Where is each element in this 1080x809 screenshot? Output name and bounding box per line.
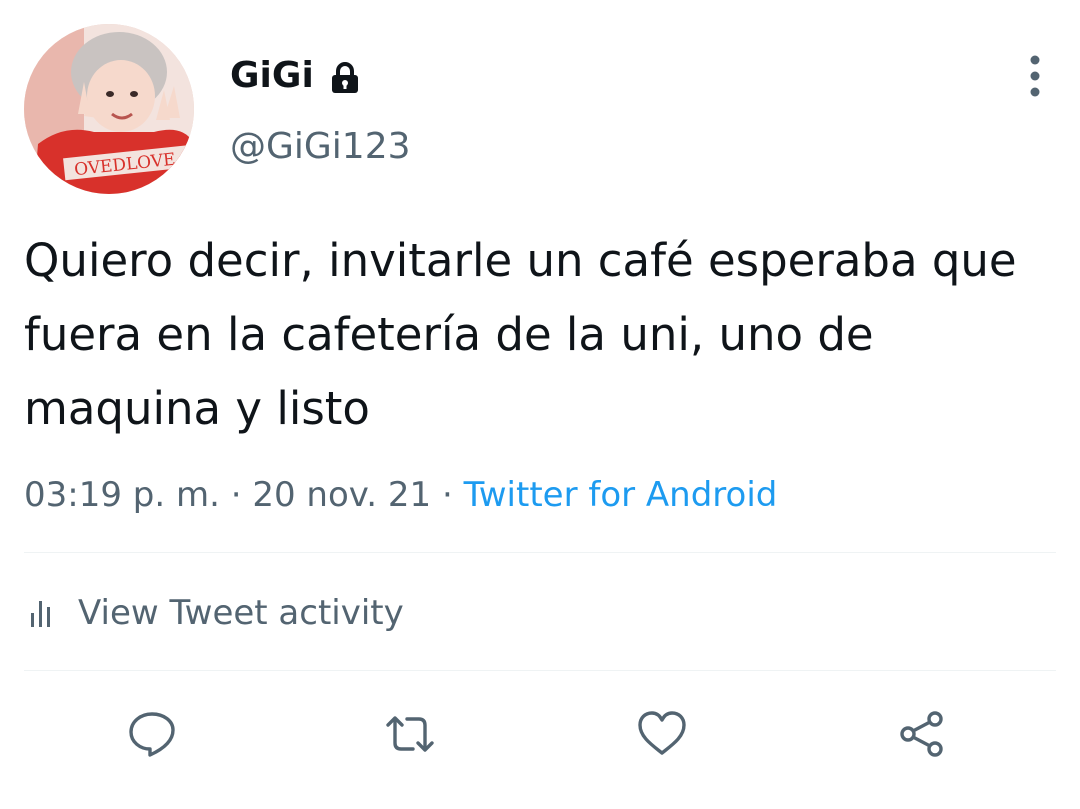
share-icon	[900, 711, 943, 757]
retweet-icon	[386, 716, 434, 752]
user-name-row: GiGi	[230, 52, 362, 100]
tweet-time[interactable]: 03:19 p. m.	[24, 475, 220, 515]
like-icon	[638, 711, 686, 755]
view-tweet-activity-label: View Tweet activity	[78, 593, 404, 633]
tweet-source-link[interactable]: Twitter for Android	[464, 475, 778, 515]
user-handle[interactable]: @GiGi123	[230, 124, 411, 170]
display-name[interactable]: GiGi	[230, 52, 314, 100]
tweet-meta: 03:19 p. m. · 20 nov. 21 · Twitter for A…	[24, 473, 777, 517]
divider	[24, 670, 1056, 671]
divider	[24, 552, 1056, 553]
meta-separator: ·	[219, 475, 253, 515]
tweet-text: Quiero decir, invitarle un café esperaba…	[24, 234, 1017, 435]
bar-chart-icon	[31, 601, 50, 627]
tweet-date[interactable]: 20 nov. 21	[252, 475, 431, 515]
like-button[interactable]	[634, 706, 690, 762]
tweet-actions-bar	[0, 706, 1080, 762]
more-vertical-icon	[1030, 55, 1040, 97]
view-tweet-activity-button[interactable]: View Tweet activity	[24, 588, 404, 638]
reply-icon	[129, 712, 175, 757]
meta-separator: ·	[431, 475, 464, 515]
reply-button[interactable]	[124, 706, 180, 762]
avatar-image: OVEDLOVE	[24, 24, 194, 194]
more-options-button[interactable]	[1016, 54, 1054, 98]
lock-icon	[328, 60, 362, 94]
retweet-button[interactable]	[382, 706, 438, 762]
avatar[interactable]: OVEDLOVE	[24, 24, 194, 194]
share-button[interactable]	[894, 706, 950, 762]
